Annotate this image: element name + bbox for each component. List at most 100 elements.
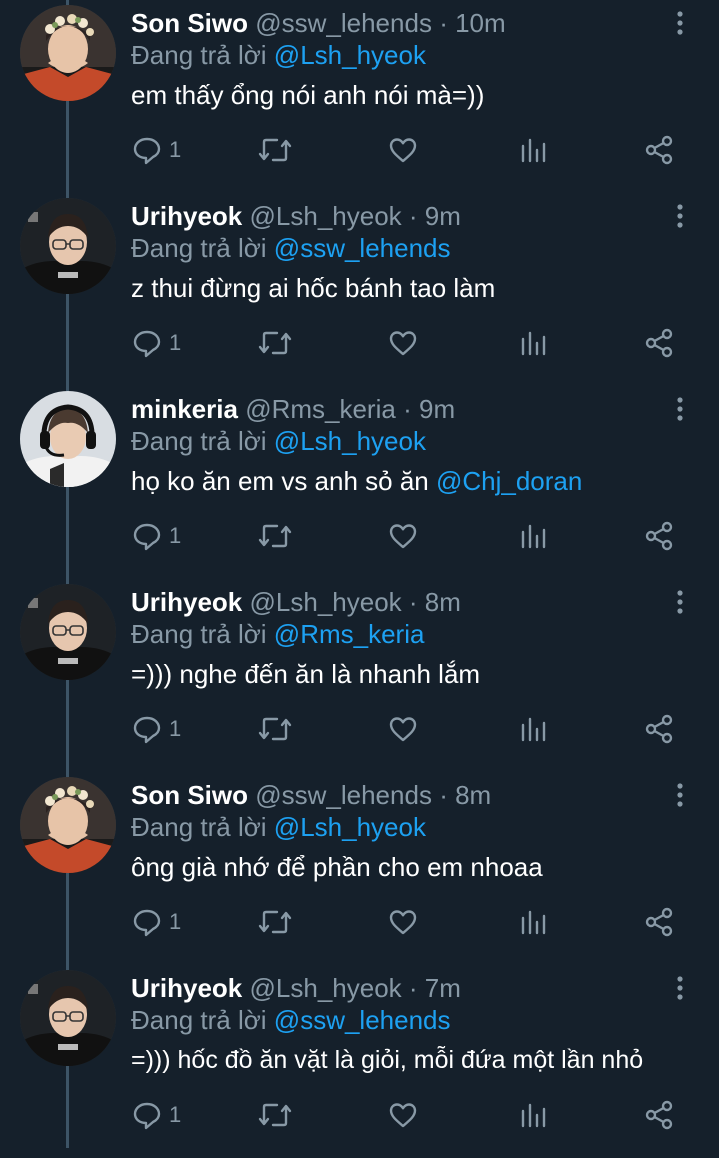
like-button[interactable] <box>387 902 419 942</box>
tweet-text-content: =))) hốc đồ ăn vặt là giỏi, mỗi đứa một … <box>131 1046 644 1074</box>
more-options-icon[interactable] <box>670 589 690 615</box>
replying-to: Đang trả lời @Lsh_hyeok <box>131 424 426 458</box>
reply-thread: Son Siwo @ssw_lehends · 10m Đang trả lời… <box>0 0 719 1148</box>
reply-button[interactable]: 1 <box>131 516 181 556</box>
user-handle[interactable]: @ssw_lehends <box>255 780 432 810</box>
tweet[interactable]: Son Siwo @ssw_lehends · 10m Đang trả lời… <box>0 0 719 193</box>
tweet-text: họ ko ăn em vs anh sỏ ăn @Chj_doran <box>131 464 582 498</box>
reply-button[interactable]: 1 <box>131 323 181 363</box>
avatar[interactable] <box>20 970 116 1066</box>
like-button[interactable] <box>387 1095 419 1135</box>
timestamp[interactable]: 8m <box>425 587 461 617</box>
reply-button[interactable]: 1 <box>131 709 181 749</box>
retweet-button[interactable] <box>257 130 293 170</box>
retweet-button[interactable] <box>257 709 293 749</box>
user-handle[interactable]: @Rms_keria <box>245 394 396 424</box>
retweet-button[interactable] <box>257 323 293 363</box>
like-button[interactable] <box>387 130 419 170</box>
replying-to-mention[interactable]: @Lsh_hyeok <box>274 40 426 70</box>
bar-chart-icon <box>521 717 546 742</box>
separator-dot: · <box>408 973 418 1003</box>
tweet-actions: 1 <box>131 130 691 170</box>
display-name[interactable]: Urihyeok <box>131 201 242 231</box>
analytics-button[interactable] <box>517 130 549 170</box>
reply-button[interactable]: 1 <box>131 902 181 942</box>
bar-chart-icon <box>521 524 546 549</box>
analytics-button[interactable] <box>517 1095 549 1135</box>
bar-chart-icon <box>521 138 546 163</box>
retweet-icon <box>258 524 292 548</box>
analytics-button[interactable] <box>517 902 549 942</box>
user-handle[interactable]: @Lsh_hyeok <box>250 201 402 231</box>
tweet[interactable]: Urihyeok @Lsh_hyeok · 9m Đang trả lời @s… <box>0 193 719 386</box>
replying-to-mention[interactable]: @Rms_keria <box>274 619 425 649</box>
display-name[interactable]: Son Siwo <box>131 8 248 38</box>
share-button[interactable] <box>643 323 675 363</box>
glasses-player-avatar-image <box>20 970 116 1066</box>
share-button[interactable] <box>643 1095 675 1135</box>
heart-icon <box>389 1103 417 1128</box>
reply-icon <box>133 523 161 551</box>
timestamp[interactable]: 8m <box>455 780 491 810</box>
replying-to-mention[interactable]: @Lsh_hyeok <box>274 426 426 456</box>
share-button[interactable] <box>643 902 675 942</box>
analytics-button[interactable] <box>517 709 549 749</box>
retweet-button[interactable] <box>257 902 293 942</box>
reply-count: 1 <box>169 523 182 548</box>
share-button[interactable] <box>643 709 675 749</box>
share-button[interactable] <box>643 130 675 170</box>
analytics-button[interactable] <box>517 516 549 556</box>
user-handle[interactable]: @Lsh_hyeok <box>250 973 402 1003</box>
reply-button[interactable]: 1 <box>131 1095 181 1135</box>
retweet-button[interactable] <box>257 516 293 556</box>
separator-dot: · <box>439 780 448 810</box>
separator-dot: · <box>439 8 448 38</box>
more-options-icon[interactable] <box>670 203 690 229</box>
like-button[interactable] <box>387 709 419 749</box>
replying-to-mention[interactable]: @ssw_lehends <box>274 233 451 263</box>
replying-to-label: Đang trả lời <box>131 619 267 649</box>
tweet[interactable]: Urihyeok @Lsh_hyeok · 7m Đang trả lời @s… <box>0 965 719 1158</box>
user-handle[interactable]: @Lsh_hyeok <box>250 587 402 617</box>
display-name[interactable]: Urihyeok <box>131 587 242 617</box>
avatar[interactable] <box>20 5 116 101</box>
avatar[interactable] <box>20 391 116 487</box>
user-handle[interactable]: @ssw_lehends <box>255 8 432 38</box>
share-icon <box>645 1100 673 1130</box>
replying-to-label: Đang trả lời <box>131 812 267 842</box>
more-options-icon[interactable] <box>670 396 690 422</box>
heart-icon <box>389 524 417 549</box>
display-name[interactable]: Son Siwo <box>131 780 248 810</box>
heart-icon <box>389 717 417 742</box>
display-name[interactable]: minkeria <box>131 394 238 424</box>
like-button[interactable] <box>387 516 419 556</box>
avatar[interactable] <box>20 584 116 680</box>
timestamp[interactable]: 10m <box>455 8 506 38</box>
timestamp[interactable]: 9m <box>425 201 461 231</box>
more-options-icon[interactable] <box>670 10 690 36</box>
like-button[interactable] <box>387 323 419 363</box>
tweet[interactable]: Son Siwo @ssw_lehends · 8m Đang trả lời … <box>0 772 719 965</box>
tweet-text-mention[interactable]: @Chj_doran <box>436 466 582 496</box>
timestamp[interactable]: 9m <box>419 394 455 424</box>
tweet-text: em thấy ổng nói anh nói mà=)) <box>131 78 484 112</box>
tweet[interactable]: minkeria @Rms_keria · 9m Đang trả lời @L… <box>0 386 719 579</box>
display-name[interactable]: Urihyeok <box>131 973 242 1003</box>
replying-to-mention[interactable]: @Lsh_hyeok <box>274 812 426 842</box>
timestamp[interactable]: 7m <box>425 973 461 1003</box>
analytics-button[interactable] <box>517 323 549 363</box>
replying-to: Đang trả lời @ssw_lehends <box>131 231 451 265</box>
tweet[interactable]: Urihyeok @Lsh_hyeok · 8m Đang trả lời @R… <box>0 579 719 772</box>
share-button[interactable] <box>643 516 675 556</box>
avatar[interactable] <box>20 777 116 873</box>
more-options-icon[interactable] <box>670 975 690 1001</box>
avatar[interactable] <box>20 198 116 294</box>
tweet-text: ông già nhớ để phần cho em nhoaa <box>131 850 543 884</box>
reply-button[interactable]: 1 <box>131 130 181 170</box>
retweet-button[interactable] <box>257 1095 293 1135</box>
tweet-actions: 1 <box>131 323 691 363</box>
more-options-icon[interactable] <box>670 782 690 808</box>
replying-to-mention[interactable]: @ssw_lehends <box>274 1005 451 1035</box>
replying-to: Đang trả lời @Rms_keria <box>131 617 424 651</box>
flower-crown-avatar-image <box>20 5 116 101</box>
